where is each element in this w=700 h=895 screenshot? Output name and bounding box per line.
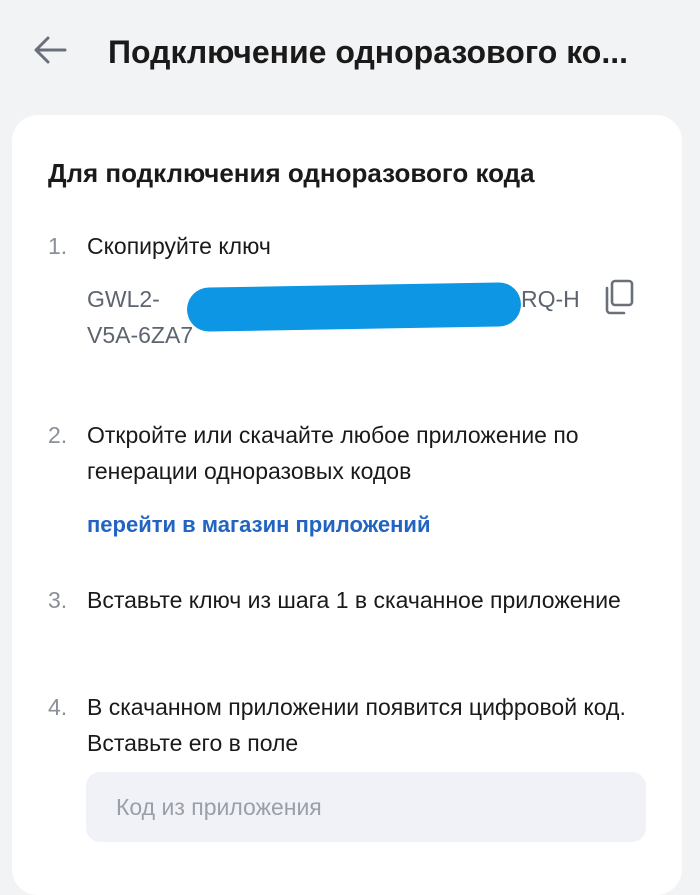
step-number-2: 2. xyxy=(48,422,68,448)
instructions-card: Для подключения одноразового кода 1. Ско… xyxy=(12,115,682,895)
step-text-4: В скачанном приложении появится цифровой… xyxy=(87,694,626,756)
back-button[interactable] xyxy=(28,28,72,72)
card-title: Для подключения одноразового кода xyxy=(48,158,535,188)
copy-key-button[interactable] xyxy=(602,279,636,315)
arrow-left-icon xyxy=(34,36,67,64)
app-store-link[interactable]: перейти в магазин приложений xyxy=(87,507,430,543)
step-text-3: Вставьте ключ из шага 1 в скачанное прил… xyxy=(87,587,621,613)
copy-icon xyxy=(605,279,634,315)
app-header: Подключение одноразового ко... xyxy=(0,0,700,108)
step-number-4: 4. xyxy=(48,694,68,720)
step-number-3: 3. xyxy=(48,587,68,613)
step-text-1: Скопируйте ключ xyxy=(87,233,271,259)
code-input[interactable] xyxy=(86,772,646,842)
secret-key-start: GWL2- xyxy=(87,286,160,312)
step-number-1: 1. xyxy=(48,233,68,259)
secret-key-end: RQ-H xyxy=(521,286,580,312)
secret-key[interactable]: GWL2- RQ-H V5A-6ZA7 xyxy=(87,281,587,353)
page-title: Подключение одноразового ко... xyxy=(108,34,628,70)
step-text-2: Откройте или скачайте любое приложение п… xyxy=(87,422,579,484)
redaction-mark xyxy=(186,282,522,332)
